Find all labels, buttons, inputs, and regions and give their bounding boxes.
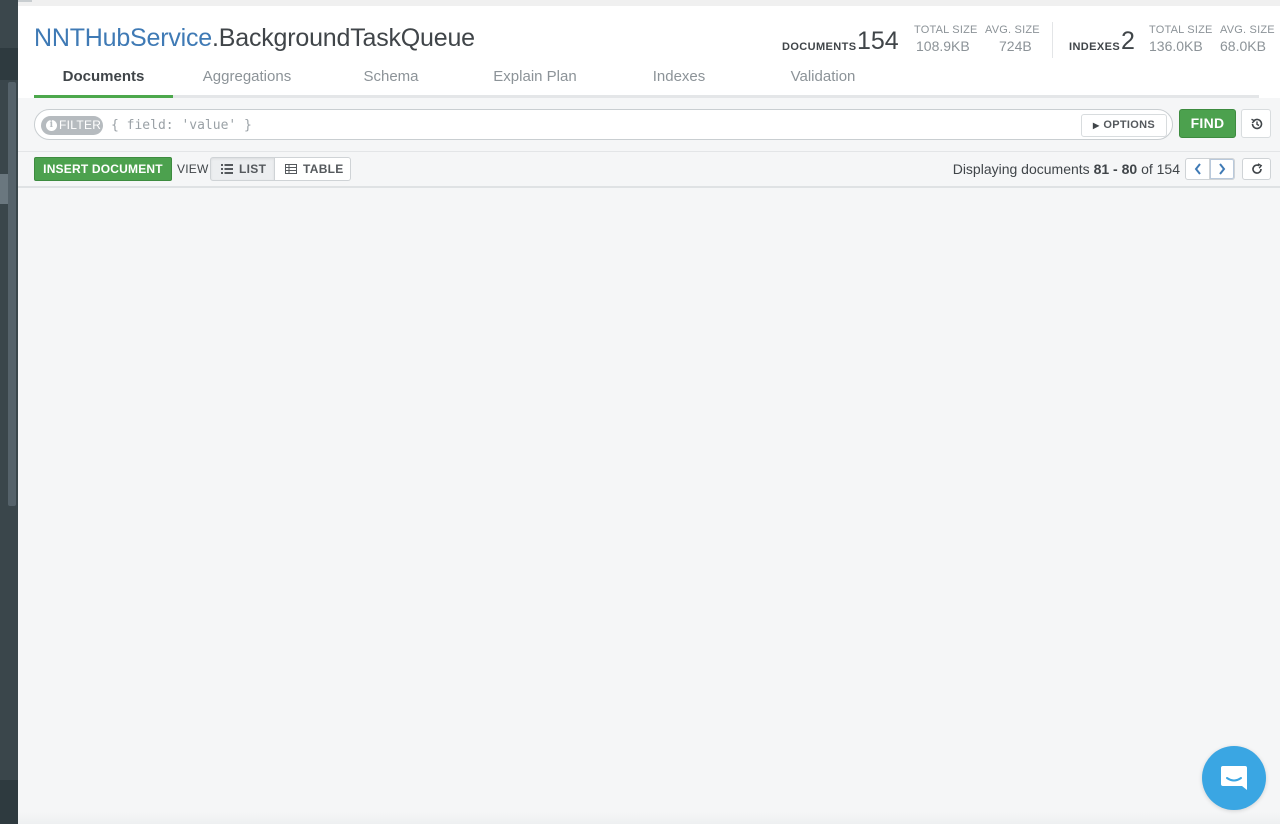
sidebar-scrollbar[interactable]	[8, 82, 16, 506]
doc-total-size-label: TOTAL SIZE	[914, 24, 978, 36]
refresh-icon	[1252, 163, 1263, 174]
tab-aggregations[interactable]: Aggregations	[177, 68, 317, 98]
doc-total-size-value: 108.9KB	[916, 38, 970, 54]
options-button[interactable]: ▶ OPTIONS	[1081, 114, 1167, 137]
collection-title: NNTHubService.BackgroundTaskQueue	[34, 24, 475, 53]
sidebar-active-marker	[0, 174, 8, 204]
find-button[interactable]: FIND	[1179, 109, 1236, 138]
view-list-button[interactable]: LIST	[210, 157, 275, 181]
indexes-label: INDEXES	[1069, 41, 1121, 53]
list-icon	[221, 164, 233, 174]
filter-box: i FILTER ▶OPTIONS	[34, 109, 1173, 140]
chat-icon	[1221, 766, 1247, 790]
idx-total-size-value: 136.0KB	[1149, 38, 1203, 54]
info-icon: i	[46, 120, 57, 131]
range-separator: -	[1113, 161, 1118, 177]
collection-stats: DOCUMENTS 154 TOTAL SIZE 108.9KB AVG. SI…	[772, 22, 1275, 62]
tab-indexes[interactable]: Indexes	[609, 68, 749, 98]
idx-avg-size-value: 68.0KB	[1220, 38, 1266, 54]
range-start: 81	[1093, 161, 1110, 177]
documents-label: DOCUMENTS	[782, 41, 857, 53]
collection-view: NNTHubService.BackgroundTaskQueue DOCUME…	[18, 0, 1280, 824]
tab-documents[interactable]: Documents	[34, 68, 173, 98]
view-table-label: TABLE	[303, 162, 344, 176]
query-bar: i FILTER ▶OPTIONS FIND	[18, 98, 1280, 152]
filter-pill-label: FILTER	[59, 118, 102, 132]
range-end: 80	[1121, 161, 1138, 177]
insert-document-button[interactable]: INSERT DOCUMENT	[34, 157, 172, 181]
filter-pill[interactable]: i FILTER	[41, 116, 103, 135]
idx-avg-size-label: AVG. SIZE	[1220, 24, 1275, 36]
tab-schema[interactable]: Schema	[321, 68, 461, 98]
indexes-count: 2	[1121, 27, 1135, 55]
collection-name: BackgroundTaskQueue	[218, 24, 475, 52]
table-icon	[285, 164, 297, 174]
chevron-left-icon	[1194, 163, 1201, 175]
history-icon	[1251, 118, 1263, 130]
sidebar-top	[0, 0, 18, 48]
view-table-button[interactable]: TABLE	[275, 157, 351, 181]
namespace-dot: .	[212, 24, 219, 52]
idx-total-size-label: TOTAL SIZE	[1149, 24, 1213, 36]
tab-validation[interactable]: Validation	[753, 68, 893, 98]
filter-input[interactable]	[111, 116, 1011, 135]
of-label: of	[1141, 161, 1153, 177]
pagination-status: Displaying documents 81 - 80 of 154	[953, 161, 1180, 177]
refresh-button[interactable]	[1242, 158, 1271, 180]
stats-divider	[1052, 22, 1053, 58]
previous-page-button[interactable]	[1185, 158, 1210, 180]
documents-count: 154	[857, 27, 899, 55]
database-name: NNTHubService	[34, 24, 213, 52]
tab-explain-plan[interactable]: Explain Plan	[465, 68, 605, 98]
documents-toolbar: INSERT DOCUMENT VIEW LIST TABLE Displayi…	[18, 152, 1280, 188]
doc-avg-size-value: 724B	[999, 38, 1032, 54]
app-sidebar	[0, 0, 18, 824]
next-page-button[interactable]	[1210, 158, 1235, 180]
doc-avg-size-label: AVG. SIZE	[985, 24, 1040, 36]
caret-right-icon: ▶	[1092, 121, 1100, 130]
pagination-prefix: Displaying documents	[952, 161, 1090, 177]
documents-list-area	[18, 188, 1280, 824]
view-list-label: LIST	[239, 162, 267, 176]
options-label: OPTIONS	[1103, 119, 1156, 131]
chevron-right-icon	[1219, 163, 1226, 175]
collection-header: NNTHubService.BackgroundTaskQueue DOCUME…	[18, 6, 1280, 98]
bottom-edge	[18, 812, 1280, 824]
query-history-button[interactable]	[1241, 109, 1271, 138]
total-count: 154	[1156, 161, 1180, 177]
chat-launcher-button[interactable]	[1202, 746, 1266, 810]
view-label: VIEW	[177, 162, 209, 176]
